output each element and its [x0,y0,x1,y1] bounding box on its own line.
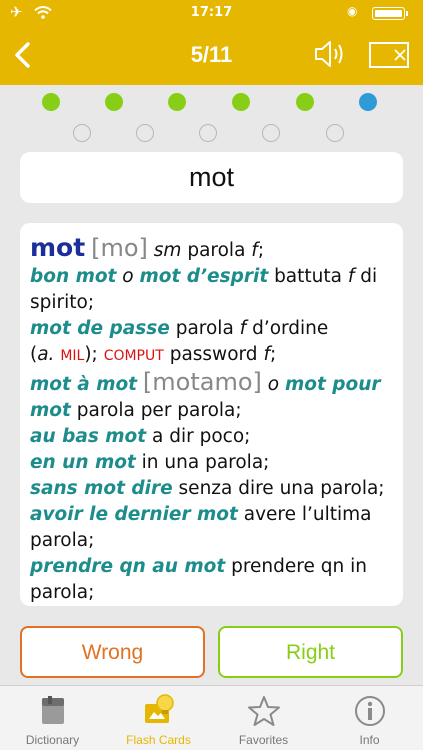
progress-dot-done [105,93,123,111]
translation: parola per parola; [76,400,242,421]
connector: o [122,266,134,287]
dictionary-entry: mot [mo] sm parola f; bon mot o mot d’es… [30,235,400,606]
tab-flash-cards[interactable]: Flash Cards [106,686,211,750]
gender: f [239,318,247,339]
card-counter: 5/11 [190,42,233,67]
battery-icon [372,7,408,20]
domain-label: COMPUT [103,348,164,364]
progress-dot-pending [199,124,217,142]
phrase: prendre qn au mot [30,556,226,577]
tab-label: Dictionary [25,733,80,747]
phrase: avoir le dernier mot [30,504,238,525]
punctuation: ); [84,344,98,365]
part-of-speech: sm [153,240,182,261]
status-bar: ✈ 17:17 ◉ [0,0,423,24]
close-icon [394,49,406,61]
info-icon [355,696,385,726]
rotation-lock-icon: ◉ [347,4,358,18]
book-icon [42,696,64,724]
translation: parola [187,240,246,261]
audio-button[interactable] [313,39,349,69]
right-button[interactable]: Right [218,626,403,678]
phrase: mot de passe [30,318,170,339]
progress-dot-pending [136,124,154,142]
pronunciation: [mo] [91,234,148,262]
phrase: bon mot [30,266,117,287]
progress-dot-done [42,93,60,111]
translation: password [169,344,258,365]
top-bar: ✈ 17:17 ◉ 5/11 [0,0,423,85]
translation: d’ordine [252,318,329,339]
progress-dot-pending [262,124,280,142]
phrase: sans mot dire [30,478,173,499]
tab-label: Favorites [238,733,289,747]
domain-label: MIL [60,348,85,364]
translation: a dir poco; [152,426,251,447]
tab-dictionary[interactable]: Dictionary [0,686,105,750]
flash-cards-icon [145,694,174,723]
tab-favorites[interactable]: Favorites [211,686,316,750]
abbreviation: a. [37,344,55,365]
punctuation: ; [257,240,265,261]
translation: parola [175,318,234,339]
punctuation: ; [269,344,277,365]
headword: mot [188,162,234,192]
phrase: mot d’esprit [139,266,269,287]
progress-indicator [0,93,423,143]
status-time: 17:17 [190,5,233,20]
speaker-icon [315,41,343,67]
close-button[interactable] [369,42,409,68]
tab-bar: Dictionary Flash Cards Favorites Info [0,685,423,750]
entry-card[interactable]: mot [mo] sm parola f; bon mot o mot d’es… [20,223,403,606]
translation: battuta [274,266,342,287]
phrase: mot à mot [30,374,138,395]
progress-dot-done [296,93,314,111]
progress-dot-done [168,93,186,111]
phrase: au bas mot [30,426,147,447]
entry-headword: mot [30,233,86,262]
pronunciation: [motamo] [142,368,262,396]
progress-dot-pending [73,124,91,142]
chevron-left-icon [15,42,30,68]
tab-label: Flash Cards [126,733,191,747]
translation: in una parola; [141,452,270,473]
progress-dot-done [232,93,250,111]
translation: senza dire una parola; [178,478,385,499]
gender: f [347,266,355,287]
headword-card[interactable]: mot [20,152,403,203]
star-icon [248,696,280,726]
wrong-button[interactable]: Wrong [20,626,205,678]
phrase: en un mot [30,452,136,473]
connector: o [267,374,280,395]
tab-info[interactable]: Info [317,686,422,750]
progress-dot-pending [326,124,344,142]
back-button[interactable] [8,38,38,72]
tab-label: Info [359,733,380,747]
progress-dot-current [359,93,377,111]
